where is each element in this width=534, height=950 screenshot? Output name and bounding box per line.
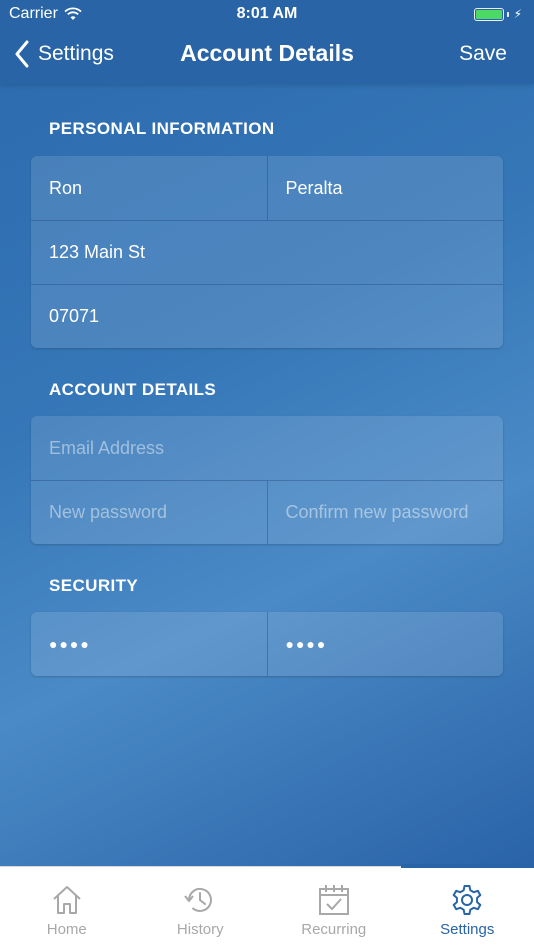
password-row: New password Confirm new password bbox=[31, 480, 503, 544]
page-title: Account Details bbox=[180, 40, 354, 66]
active-tab-indicator bbox=[401, 864, 534, 868]
screen-background: Carrier 8:01 AM ⚡ Settings Account Detai… bbox=[0, 0, 534, 868]
section-title-account: ACCOUNT DETAILS bbox=[49, 380, 217, 399]
confirm-password-field[interactable]: Confirm new password bbox=[266, 481, 504, 544]
address-field[interactable]: 123 Main St bbox=[31, 221, 503, 284]
new-password-field[interactable]: New password bbox=[31, 481, 267, 544]
home-icon bbox=[53, 886, 81, 914]
tab-settings-label: Settings bbox=[440, 921, 495, 938]
header: Carrier 8:01 AM ⚡ Settings Account Detai… bbox=[0, 0, 534, 84]
tab-history[interactable]: History bbox=[134, 867, 268, 950]
email-row: Email Address bbox=[31, 416, 503, 480]
section-title-security: SECURITY bbox=[49, 576, 139, 595]
save-button[interactable]: Save bbox=[459, 42, 507, 66]
tab-history-label: History bbox=[176, 921, 224, 938]
first-name-field[interactable]: Ron bbox=[31, 156, 267, 220]
address-row: 123 Main St bbox=[31, 220, 503, 284]
zip-row: 07071 bbox=[31, 284, 503, 348]
personal-info-card: Ron Peralta 123 Main St 07071 bbox=[31, 156, 503, 348]
confirm-pin-field[interactable]: ●●●● bbox=[266, 612, 504, 676]
tab-bar: Home History Recurring Settings bbox=[0, 864, 534, 950]
history-icon bbox=[184, 887, 213, 912]
name-row: Ron Peralta bbox=[31, 156, 503, 220]
calendar-check-icon bbox=[318, 885, 349, 915]
tab-settings[interactable]: Settings bbox=[401, 867, 534, 950]
pin-row: ●●●● ●●●● bbox=[31, 612, 503, 676]
status-time: 8:01 AM bbox=[236, 5, 298, 22]
battery-icon: ⚡ bbox=[473, 7, 522, 21]
status-bar: Carrier 8:01 AM ⚡ bbox=[0, 0, 534, 28]
account-details-card: Email Address New password Confirm new p… bbox=[31, 416, 503, 544]
pin-field[interactable]: ●●●● bbox=[31, 612, 267, 676]
tab-recurring[interactable]: Recurring bbox=[267, 867, 401, 950]
last-name-field[interactable]: Peralta bbox=[266, 156, 504, 220]
navigation-bar: Settings Account Details Save bbox=[0, 28, 534, 84]
tab-home[interactable]: Home bbox=[0, 867, 134, 950]
email-field[interactable]: Email Address bbox=[31, 416, 503, 480]
gear-icon bbox=[452, 885, 482, 915]
tab-recurring-label: Recurring bbox=[301, 921, 367, 938]
tab-home-label: Home bbox=[46, 921, 87, 938]
security-card: ●●●● ●●●● bbox=[31, 612, 503, 676]
zip-field[interactable]: 07071 bbox=[31, 285, 503, 348]
section-title-personal: PERSONAL INFORMATION bbox=[49, 119, 275, 138]
charging-icon: ⚡ bbox=[513, 7, 522, 21]
